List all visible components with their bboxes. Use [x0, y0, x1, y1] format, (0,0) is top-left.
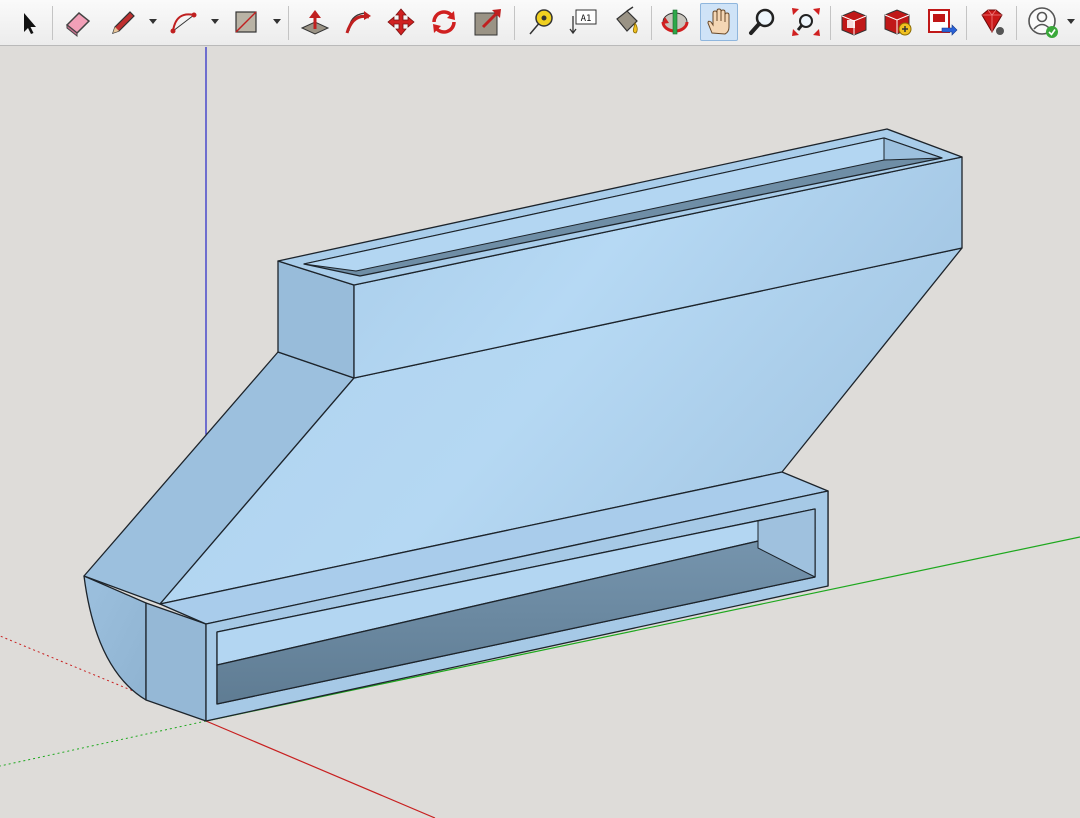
account-dropdown-caret[interactable] — [1067, 19, 1075, 24]
rectangle-tool-button[interactable] — [227, 3, 265, 41]
3d-warehouse-button[interactable] — [835, 3, 873, 41]
send-to-layout-icon — [928, 9, 958, 36]
pencil-icon — [112, 11, 135, 34]
extension-warehouse-button[interactable] — [879, 3, 917, 41]
user-account-icon — [1028, 7, 1058, 38]
rotate-tool-button[interactable] — [425, 3, 463, 41]
select-tool-button[interactable] — [8, 3, 46, 41]
move-icon — [387, 8, 415, 36]
pan-tool-button[interactable] — [700, 3, 738, 41]
select-arrow-icon — [24, 13, 36, 34]
toolbar-separator — [651, 6, 652, 40]
paint-bucket-tool-button[interactable] — [607, 3, 645, 41]
account-button[interactable] — [1024, 3, 1062, 41]
rectangle-dropdown-caret[interactable] — [273, 19, 281, 24]
follow-me-icon — [345, 11, 371, 34]
model-drawing[interactable] — [0, 47, 1080, 818]
push-pull-tool-button[interactable] — [296, 3, 334, 41]
duct-transition-model[interactable] — [83, 128, 963, 722]
zoom-magnifier-icon — [749, 8, 775, 35]
3d-viewport[interactable] — [0, 47, 1080, 818]
toolbar-separator — [514, 6, 515, 40]
zoom-extents-tool-button[interactable] — [787, 3, 825, 41]
tape-measure-icon — [529, 9, 553, 35]
ruby-console-button[interactable] — [972, 3, 1010, 41]
orbit-icon — [661, 9, 689, 35]
svg-text:A1: A1 — [581, 14, 592, 24]
eraser-icon — [65, 11, 91, 38]
toolbar-separator — [288, 6, 289, 40]
extension-warehouse-icon — [884, 9, 912, 36]
rotate-icon — [432, 10, 456, 34]
zoom-tool-button[interactable] — [744, 3, 782, 41]
warehouse-icon — [841, 10, 867, 36]
arc-dropdown-caret[interactable] — [211, 19, 219, 24]
main-toolbar: A1 — [0, 0, 1080, 46]
send-to-layout-button[interactable] — [922, 3, 960, 41]
text-tool-button[interactable]: A1 — [564, 3, 602, 41]
arc-icon — [170, 12, 197, 34]
push-pull-icon — [300, 10, 330, 35]
green-axis-negative — [0, 720, 207, 767]
tape-measure-tool-button[interactable] — [521, 3, 559, 41]
pencil-dropdown-caret[interactable] — [149, 19, 157, 24]
pan-hand-icon — [707, 8, 730, 35]
rectangle-icon — [235, 11, 257, 33]
eraser-tool-button[interactable] — [59, 3, 97, 41]
pencil-line-tool-button[interactable] — [104, 3, 142, 41]
zoom-extents-icon — [792, 8, 820, 36]
follow-me-tool-button[interactable] — [339, 3, 377, 41]
arc-tool-button[interactable] — [164, 3, 202, 41]
scale-icon — [474, 9, 501, 36]
toolbar-separator — [52, 6, 53, 40]
scale-tool-button[interactable] — [469, 3, 507, 41]
move-tool-button[interactable] — [382, 3, 420, 41]
toolbar-separator — [966, 6, 967, 40]
toolbar-separator — [830, 6, 831, 40]
orbit-tool-button[interactable] — [656, 3, 694, 41]
paint-bucket-icon — [616, 6, 638, 34]
red-axis — [205, 720, 436, 818]
ruby-gem-icon — [981, 9, 1004, 35]
toolbar-separator — [1016, 6, 1017, 40]
text-label-icon: A1 — [569, 9, 597, 35]
